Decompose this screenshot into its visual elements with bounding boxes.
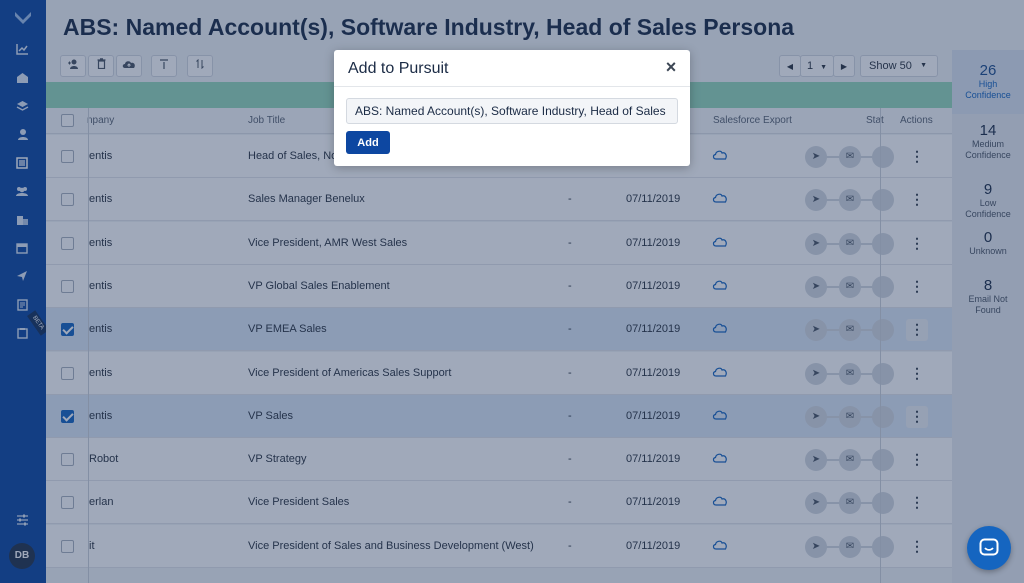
add-button[interactable]: Add (346, 131, 390, 154)
close-icon[interactable]: × (664, 58, 678, 76)
chat-launcher-button[interactable] (967, 526, 1011, 570)
chat-icon (979, 538, 999, 556)
modal-title: Add to Pursuit (348, 60, 449, 77)
pursuit-name-input[interactable] (346, 98, 678, 124)
add-to-pursuit-modal: Add to Pursuit × Add (334, 50, 690, 166)
modal-divider (334, 86, 690, 87)
